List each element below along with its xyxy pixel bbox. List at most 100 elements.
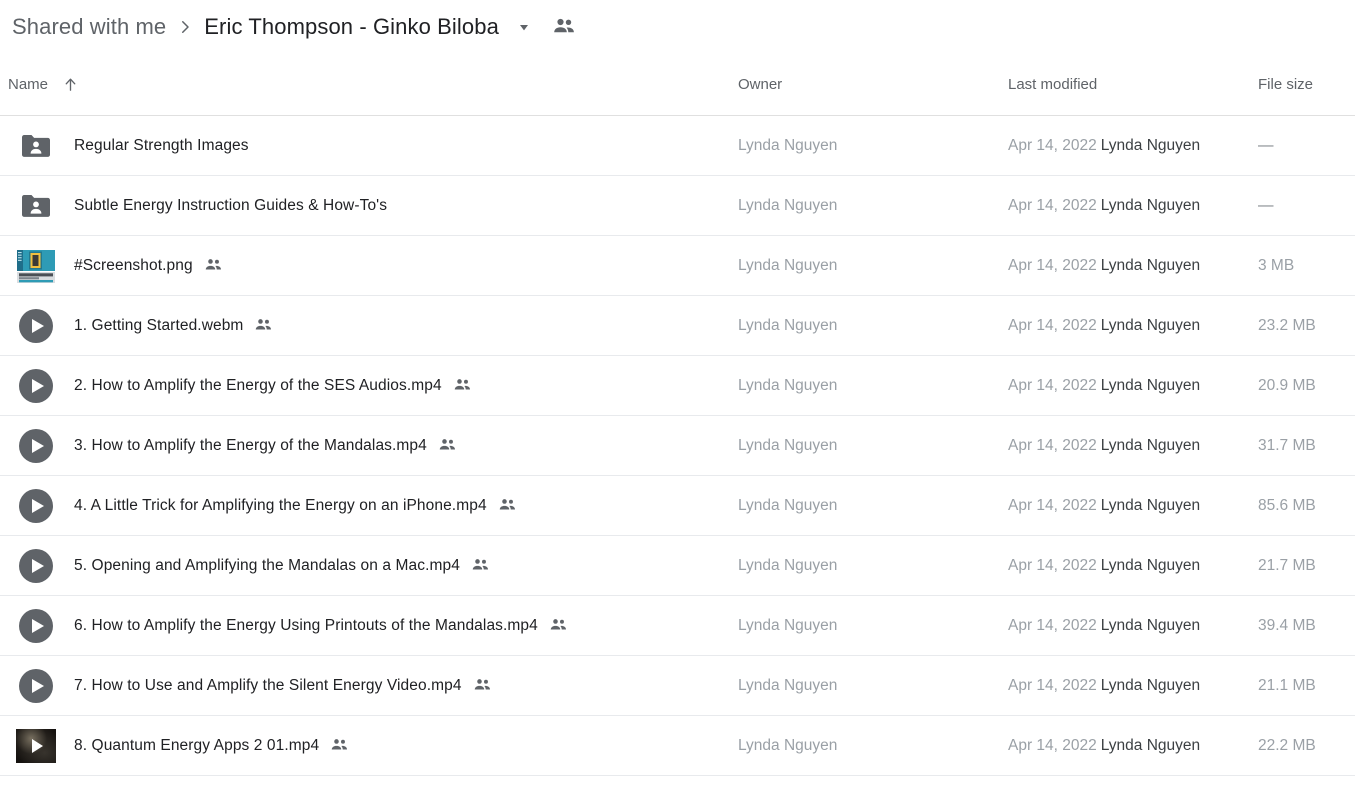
column-header-last-modified[interactable]: Last modified <box>1008 76 1258 93</box>
file-name-cell[interactable]: 4. A Little Trick for Amplifying the Ene… <box>0 486 738 526</box>
table-row[interactable]: 6. How to Amplify the Energy Using Print… <box>0 596 1355 656</box>
table-row[interactable]: 5. Opening and Amplifying the Mandalas o… <box>0 536 1355 596</box>
last-modified-date: Apr 14, 2022 <box>1008 136 1097 154</box>
last-modified-by: Lynda Nguyen <box>1100 496 1201 514</box>
video-thumbnail-icon <box>16 726 56 766</box>
shared-people-icon <box>498 498 517 513</box>
last-modified-by: Lynda Nguyen <box>1100 736 1201 754</box>
file-last-modified-cell: Apr 14, 2022 Lynda Nguyen <box>1008 497 1258 515</box>
file-name-label: #Screenshot.png <box>74 256 193 274</box>
file-name-label: 7. How to Use and Amplify the Silent Ene… <box>74 676 462 694</box>
people-shared-icon[interactable] <box>547 12 581 42</box>
shared-people-icon <box>549 618 568 633</box>
video-play-icon <box>16 306 56 346</box>
table-row[interactable]: 3. How to Amplify the Energy of the Mand… <box>0 416 1355 476</box>
file-owner-cell: Lynda Nguyen <box>738 616 838 634</box>
chevron-down-icon[interactable] <box>509 12 539 42</box>
table-row[interactable]: 2. How to Amplify the Energy of the SES … <box>0 356 1355 416</box>
last-modified-by: Lynda Nguyen <box>1100 136 1201 154</box>
file-owner-cell: Lynda Nguyen <box>738 736 838 754</box>
column-header-name-label: Name <box>8 76 49 93</box>
image-thumbnail-icon <box>16 246 56 286</box>
file-name-label: 4. A Little Trick for Amplifying the Ene… <box>74 496 487 514</box>
last-modified-by: Lynda Nguyen <box>1100 316 1201 334</box>
file-last-modified-cell: Apr 14, 2022 Lynda Nguyen <box>1008 197 1258 215</box>
video-play-icon <box>16 606 56 646</box>
column-header-name[interactable]: Name <box>0 76 738 93</box>
table-column-headers: Name Owner Last modified File size <box>0 54 1355 116</box>
table-row[interactable]: 8. Quantum Energy Apps 2 01.mp4 Lynda Ngu… <box>0 716 1355 776</box>
table-row[interactable]: 1. Getting Started.webm Lynda Nguyen Apr 1… <box>0 296 1355 356</box>
breadcrumb-item-current-folder[interactable]: Eric Thompson - Ginko Biloba <box>200 12 503 42</box>
file-name-label: 1. Getting Started.webm <box>74 316 244 334</box>
shared-folder-icon <box>16 186 56 226</box>
video-play-icon <box>16 366 56 406</box>
chevron-right-icon <box>170 18 200 36</box>
shared-people-icon <box>438 438 457 453</box>
file-size-cell: 39.4 MB <box>1258 616 1316 634</box>
shared-people-icon <box>471 558 490 573</box>
file-owner-cell: Lynda Nguyen <box>738 316 838 334</box>
breadcrumb-item-shared-with-me[interactable]: Shared with me <box>8 12 170 42</box>
file-name-label: 8. Quantum Energy Apps 2 01.mp4 <box>74 736 320 754</box>
last-modified-date: Apr 14, 2022 <box>1008 436 1097 454</box>
last-modified-date: Apr 14, 2022 <box>1008 736 1097 754</box>
file-list: Regular Strength Images Lynda Nguyen Apr 1… <box>0 116 1355 776</box>
shared-people-icon <box>204 258 223 273</box>
file-name-cell[interactable]: Regular Strength Images <box>0 126 738 166</box>
last-modified-date: Apr 14, 2022 <box>1008 496 1097 514</box>
file-name-cell[interactable]: 2. How to Amplify the Energy of the SES … <box>0 366 738 406</box>
file-name-cell[interactable]: 1. Getting Started.webm <box>0 306 738 346</box>
file-size-cell: 22.2 MB <box>1258 736 1316 754</box>
file-name-cell[interactable]: 7. How to Use and Amplify the Silent Ene… <box>0 666 738 706</box>
file-name-label: Regular Strength Images <box>74 136 249 154</box>
file-last-modified-cell: Apr 14, 2022 Lynda Nguyen <box>1008 317 1258 335</box>
file-name-label: 2. How to Amplify the Energy of the SES … <box>74 376 442 394</box>
file-name-cell[interactable]: Subtle Energy Instruction Guides & How-T… <box>0 186 738 226</box>
file-size-cell: — <box>1258 196 1274 214</box>
last-modified-date: Apr 14, 2022 <box>1008 676 1097 694</box>
last-modified-date: Apr 14, 2022 <box>1008 196 1097 214</box>
last-modified-date: Apr 14, 2022 <box>1008 556 1097 574</box>
file-name-cell[interactable]: 8. Quantum Energy Apps 2 01.mp4 <box>0 726 738 766</box>
table-row[interactable]: #Screenshot.png Lynda Nguyen Apr 14, 2022 L… <box>0 236 1355 296</box>
table-row[interactable]: Regular Strength Images Lynda Nguyen Apr 1… <box>0 116 1355 176</box>
last-modified-date: Apr 14, 2022 <box>1008 616 1097 634</box>
file-last-modified-cell: Apr 14, 2022 Lynda Nguyen <box>1008 557 1258 575</box>
last-modified-by: Lynda Nguyen <box>1100 376 1201 394</box>
last-modified-by: Lynda Nguyen <box>1100 196 1201 214</box>
file-last-modified-cell: Apr 14, 2022 Lynda Nguyen <box>1008 437 1258 455</box>
file-last-modified-cell: Apr 14, 2022 Lynda Nguyen <box>1008 617 1258 635</box>
file-owner-cell: Lynda Nguyen <box>738 676 838 694</box>
file-name-cell[interactable]: 3. How to Amplify the Energy of the Mand… <box>0 426 738 466</box>
file-owner-cell: Lynda Nguyen <box>738 556 838 574</box>
last-modified-by: Lynda Nguyen <box>1100 436 1201 454</box>
file-size-cell: 3 MB <box>1258 256 1295 274</box>
last-modified-date: Apr 14, 2022 <box>1008 316 1097 334</box>
video-play-icon <box>16 666 56 706</box>
file-size-cell: 23.2 MB <box>1258 316 1316 334</box>
column-header-file-size[interactable]: File size <box>1258 76 1355 93</box>
table-row[interactable]: 4. A Little Trick for Amplifying the Ene… <box>0 476 1355 536</box>
file-owner-cell: Lynda Nguyen <box>738 256 838 274</box>
file-size-cell: 31.7 MB <box>1258 436 1316 454</box>
file-size-cell: 85.6 MB <box>1258 496 1316 514</box>
last-modified-by: Lynda Nguyen <box>1100 256 1201 274</box>
table-row[interactable]: 7. How to Use and Amplify the Silent Ene… <box>0 656 1355 716</box>
last-modified-by: Lynda Nguyen <box>1100 676 1201 694</box>
file-name-cell[interactable]: 6. How to Amplify the Energy Using Print… <box>0 606 738 646</box>
file-name-cell[interactable]: 5. Opening and Amplifying the Mandalas o… <box>0 546 738 586</box>
column-header-owner[interactable]: Owner <box>738 76 1008 93</box>
table-row[interactable]: Subtle Energy Instruction Guides & How-T… <box>0 176 1355 236</box>
shared-folder-icon <box>16 126 56 166</box>
file-last-modified-cell: Apr 14, 2022 Lynda Nguyen <box>1008 137 1258 155</box>
file-owner-cell: Lynda Nguyen <box>738 136 838 154</box>
file-last-modified-cell: Apr 14, 2022 Lynda Nguyen <box>1008 257 1258 275</box>
shared-people-icon <box>453 378 472 393</box>
last-modified-date: Apr 14, 2022 <box>1008 256 1097 274</box>
file-size-cell: — <box>1258 136 1274 154</box>
arrow-up-icon[interactable] <box>62 76 79 93</box>
file-name-label: 6. How to Amplify the Energy Using Print… <box>74 616 538 634</box>
shared-people-icon <box>473 678 492 693</box>
file-name-cell[interactable]: #Screenshot.png <box>0 246 738 286</box>
